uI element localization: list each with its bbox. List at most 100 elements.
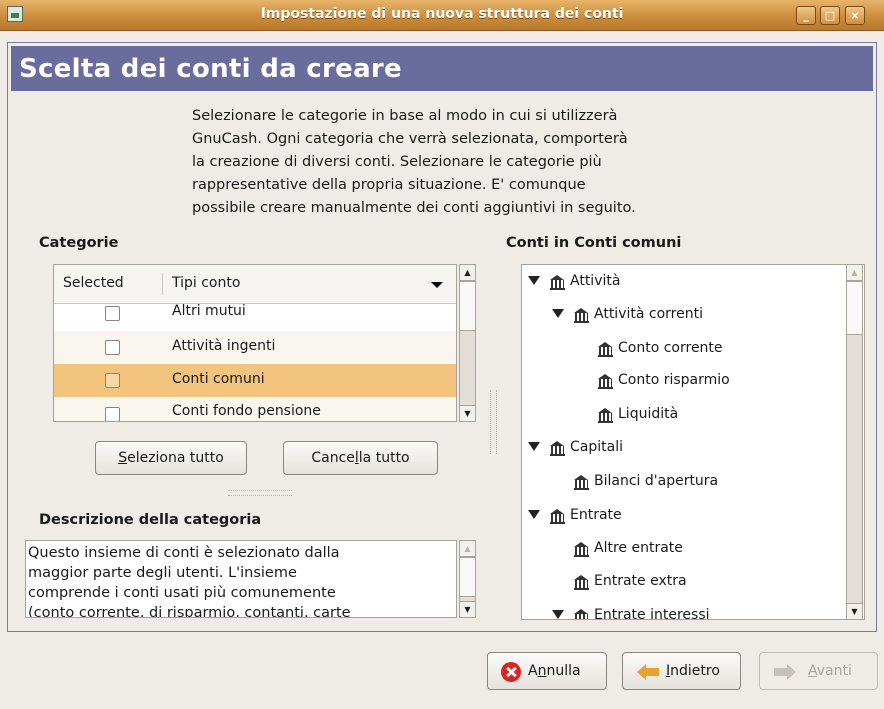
forward-arrow-icon [774,663,796,681]
account-row[interactable]: Conto risparmio [522,366,842,399]
back-button[interactable]: Indietro [622,652,741,690]
page-header: Scelta dei conti da creare [11,46,873,91]
bank-icon [550,441,565,456]
cancel-label-pre: A [528,663,538,679]
account-row[interactable]: Entrate interessi [522,601,842,620]
category-row[interactable]: Altri mutui [54,298,456,331]
accounts-scrollbar[interactable]: ▲ ▼ [846,264,863,620]
cancel-icon [501,662,521,682]
account-label: Conto corrente [618,340,723,356]
scroll-down-icon[interactable]: ▼ [459,601,476,618]
description-textview[interactable]: Questo insieme di conti è selezionato da… [25,540,457,618]
category-checkbox[interactable] [105,306,120,321]
intro-line: GnuCash. Ogni categoria che verrà selezi… [192,131,628,147]
sort-arrow-icon[interactable] [431,282,443,288]
bank-icon [550,509,565,524]
scroll-up-icon[interactable]: ▲ [459,264,476,281]
scroll-down-icon[interactable]: ▼ [459,405,476,422]
account-label: Entrate interessi [594,607,710,620]
forward-label: Avanti [808,663,852,679]
close-button[interactable]: × [845,6,865,25]
accounts-heading: Conti in Conti comuni [506,235,682,251]
expander-icon[interactable] [552,309,564,318]
category-row[interactable]: Attività ingenti [54,331,456,364]
expander-icon[interactable] [552,610,564,619]
column-header-type[interactable]: Tipi conto [172,275,240,291]
category-row[interactable]: Conti fondo pensione [54,397,456,421]
select-all-label-post: eleziona tutto [127,450,224,466]
scroll-down-icon[interactable]: ▼ [846,603,863,620]
column-header-selected[interactable]: Selected [63,275,124,291]
bank-icon [574,609,589,619]
description-line: Questo insieme di conti è selezionato da… [28,545,340,561]
account-label: Bilanci d'apertura [594,473,719,489]
category-checkbox[interactable] [105,407,120,421]
scroll-thumb[interactable] [846,281,863,335]
description-text: Questo insieme di conti è selezionato da… [28,543,438,618]
description-line: comprende i conti usati più comunemente [28,585,336,601]
account-row[interactable]: Bilanci d'apertura [522,467,842,500]
clear-all-button[interactable]: Cancella tutto [283,441,438,475]
account-label: Conto risparmio [618,372,730,388]
category-checkbox[interactable] [105,373,120,388]
select-all-button[interactable]: Seleziona tutto [95,441,247,475]
scroll-thumb[interactable] [459,281,476,331]
category-row[interactable]: Conti comuni [54,364,456,397]
back-label-post: ndietro [670,663,720,679]
categories-heading: Categorie [39,235,119,251]
bank-icon [598,342,613,357]
back-label: Indietro [666,663,720,679]
scroll-thumb[interactable] [459,557,476,597]
expander-icon[interactable] [528,276,540,285]
description-line: maggior parte degli utenti. L'insieme [28,565,297,581]
maximize-button[interactable]: □ [820,6,840,25]
account-label: Attività [570,273,621,289]
clear-all-label-post: la tutto [358,450,410,466]
account-row[interactable]: Entrate [522,501,842,534]
forward-mnemonic: A [808,663,817,679]
account-row[interactable]: Altre entrate [522,534,842,567]
pane-resize-handle[interactable] [490,390,497,454]
account-row[interactable]: Capitali [522,433,842,466]
column-separator [162,273,163,295]
accounts-tree[interactable]: Attività Attività correnti Conto corrent… [521,264,865,620]
account-label: Attività correnti [594,306,703,322]
category-checkbox[interactable] [105,340,120,355]
account-label: Entrate [570,507,622,523]
forward-label-post: vanti [816,663,852,679]
account-label: Capitali [570,439,623,455]
bank-icon [550,275,565,290]
categories-scrollbar[interactable]: ▲ ▼ [459,264,476,422]
categories-list[interactable]: Selected Tipi conto Altri mutui Attività… [53,264,457,422]
expander-icon[interactable] [528,442,540,451]
cancel-label: Annulla [528,663,581,679]
category-label: Altri mutui [172,303,246,319]
back-arrow-icon [637,663,659,681]
expander-icon[interactable] [528,510,540,519]
category-label: Conti fondo pensione [172,403,321,419]
intro-line: possibile creare manualmente dei conti a… [192,200,636,216]
account-label: Liquidità [618,406,679,422]
bank-icon [574,575,589,590]
account-row[interactable]: Entrate extra [522,567,842,600]
pane-resize-handle[interactable] [228,490,292,496]
forward-button[interactable]: Avanti [759,652,878,690]
account-row[interactable]: Attività correnti [522,300,842,333]
description-heading: Descrizione della categoria [39,512,262,528]
bank-icon [574,475,589,490]
scroll-up-icon[interactable]: ▲ [846,264,863,281]
account-row[interactable]: Liquidità [522,400,842,433]
window-titlebar[interactable]: Impostazione di una nuova struttura dei … [0,0,884,31]
description-scrollbar[interactable]: ▲ ▼ [459,540,476,618]
scroll-up-icon[interactable]: ▲ [459,540,476,557]
cancel-button[interactable]: Annulla [487,652,607,690]
description-line: (conto corrente, di risparmio, contanti,… [28,605,351,618]
account-label: Altre entrate [594,540,683,556]
category-label: Attività ingenti [172,338,276,354]
intro-line: la creazione di diversi conti. Seleziona… [192,154,602,170]
bank-icon [598,374,613,389]
account-row[interactable]: Attività [522,267,842,300]
minimize-button[interactable]: _ [796,6,816,25]
intro-text: Selezionare le categorie in base al modo… [192,105,752,220]
account-row[interactable]: Conto corrente [522,334,842,367]
